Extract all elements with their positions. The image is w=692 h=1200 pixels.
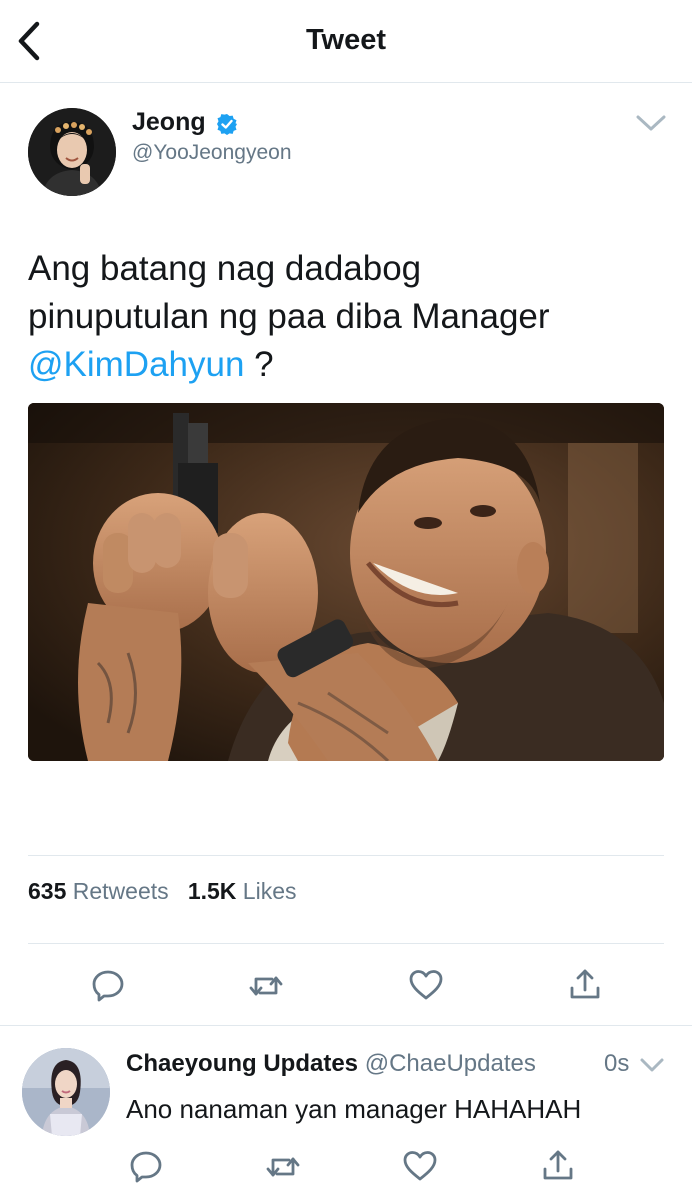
divider — [28, 943, 664, 944]
heart-icon — [409, 970, 443, 1000]
reply-author-name[interactable]: Chaeyoung Updates — [126, 1050, 358, 1077]
retweets-label: Retweets — [72, 878, 169, 904]
reply-author-avatar[interactable] — [22, 1048, 110, 1136]
chevron-down-icon — [640, 1058, 664, 1072]
reply-header: Chaeyoung Updates @ChaeUpdates — [126, 1050, 536, 1078]
reply-button[interactable] — [90, 967, 126, 1003]
retweets-count: 635 — [28, 878, 67, 904]
reply-like-button[interactable] — [402, 1148, 438, 1184]
reply-text: Ano nanaman yan manager HAHAHAH — [126, 1094, 582, 1124]
share-button[interactable] — [567, 966, 603, 1002]
author-handle[interactable]: @YooJeongyeon — [132, 141, 292, 165]
reply-icon — [92, 970, 124, 1002]
reply-retweet-button[interactable] — [265, 1149, 301, 1185]
reply-reply-button[interactable] — [128, 1148, 164, 1184]
mention-link[interactable]: @KimDahyun — [28, 345, 244, 384]
reply-icon — [130, 1151, 162, 1183]
retweet-icon — [249, 976, 283, 996]
divider — [28, 855, 664, 856]
author-name[interactable]: Jeong — [132, 108, 206, 137]
author-avatar[interactable] — [28, 108, 116, 196]
share-icon — [543, 1150, 573, 1180]
likes-count: 1.5K — [187, 878, 237, 904]
verified-badge-icon — [216, 113, 238, 135]
tweet-text-line: pinuputulan ng paa diba Manager — [28, 297, 550, 336]
tweet-stats: 635 Retweets 1.5K Likes — [28, 878, 297, 905]
tweet-text-tail: ? — [244, 345, 274, 384]
like-button[interactable] — [408, 967, 444, 1003]
tweet-text-line: Ang batang nag dadabog — [28, 249, 422, 288]
avatar-image — [28, 108, 116, 196]
reply-author-handle[interactable]: @ChaeUpdates — [365, 1050, 536, 1077]
likes-stat[interactable]: 1.5K Likes — [188, 878, 297, 904]
chevron-down-icon — [636, 115, 666, 131]
retweet-icon — [266, 1157, 300, 1177]
tweet-text: Ang batang nag dadabog pinuputulan ng pa… — [28, 245, 668, 389]
divider — [0, 1025, 692, 1026]
reply-timestamp: 0s — [604, 1050, 630, 1077]
more-options-button[interactable] — [634, 110, 668, 136]
heart-icon — [403, 1151, 437, 1181]
likes-label: Likes — [242, 878, 297, 904]
retweets-stat[interactable]: 635 Retweets — [28, 878, 169, 904]
retweet-button[interactable] — [248, 968, 284, 1004]
page-title: Tweet — [305, 24, 387, 56]
media-photo — [28, 403, 664, 761]
reply-share-button[interactable] — [540, 1147, 576, 1183]
tweet-media-image[interactable] — [28, 403, 664, 761]
top-bar: Tweet — [0, 0, 692, 83]
share-icon — [570, 969, 600, 999]
avatar-image — [22, 1048, 110, 1136]
reply-more-options-button[interactable] — [638, 1053, 666, 1077]
